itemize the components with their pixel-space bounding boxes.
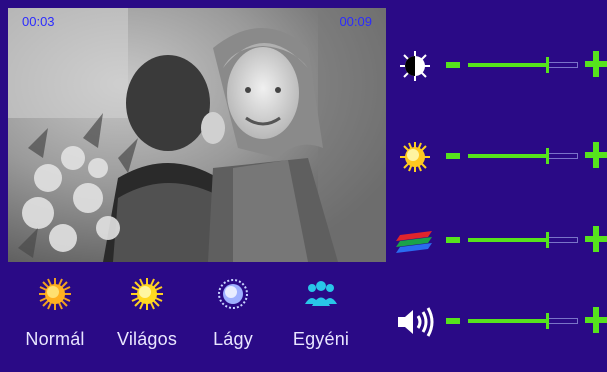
mode-soft-label: Lágy <box>213 329 253 349</box>
volume-slider[interactable] <box>468 313 578 329</box>
elapsed-time: 00:03 <box>22 14 55 29</box>
contrast-icon <box>400 51 430 81</box>
contrast-decrease-button[interactable] <box>446 62 460 68</box>
volume-decrease-button[interactable] <box>446 318 460 324</box>
volume-increase-button[interactable] <box>585 307 607 333</box>
video-preview: 00:03 00:09 <box>8 8 386 262</box>
mode-normal-label: Normál <box>25 329 85 349</box>
brightness-slider[interactable] <box>468 148 578 164</box>
color-layers-icon <box>396 231 432 253</box>
contrast-slider-remaining <box>547 62 578 68</box>
display-mode-bar: Normál Világos Lágy Egyéni <box>8 263 386 367</box>
sun-icon <box>39 278 71 310</box>
brightness-decrease-button[interactable] <box>446 153 460 159</box>
mode-custom-button[interactable]: Egyéni <box>280 277 362 361</box>
contrast-increase-button[interactable] <box>585 51 607 77</box>
volume-slider-remaining <box>547 318 578 324</box>
brightness-slider-handle[interactable] <box>546 148 549 164</box>
mode-bright-button[interactable]: Világos <box>106 277 188 361</box>
color-increase-button[interactable] <box>585 226 607 252</box>
people-icon <box>305 281 337 306</box>
color-slider-remaining <box>547 237 578 243</box>
bright-sun-icon <box>131 278 163 310</box>
contrast-slider[interactable] <box>468 57 578 73</box>
volume-control <box>394 302 607 342</box>
color-slider-handle[interactable] <box>546 232 549 248</box>
mode-bright-label: Világos <box>116 329 178 349</box>
mode-normal-button[interactable]: Normál <box>14 277 96 361</box>
contrast-slider-handle[interactable] <box>546 57 549 73</box>
color-decrease-button[interactable] <box>446 237 460 243</box>
brightness-slider-remaining <box>547 153 578 159</box>
soft-light-icon <box>218 279 248 309</box>
speaker-icon <box>398 307 434 337</box>
color-slider[interactable] <box>468 232 578 248</box>
sun-icon <box>400 142 430 172</box>
contrast-control <box>394 46 607 86</box>
brightness-increase-button[interactable] <box>585 142 607 168</box>
brightness-control <box>394 137 607 177</box>
volume-slider-handle[interactable] <box>546 313 549 329</box>
mode-soft-button[interactable]: Lágy <box>192 277 274 361</box>
mode-custom-label: Egyéni <box>292 329 350 349</box>
color-control <box>394 221 607 261</box>
total-time: 00:09 <box>339 14 372 29</box>
video-frame-image <box>8 8 386 262</box>
